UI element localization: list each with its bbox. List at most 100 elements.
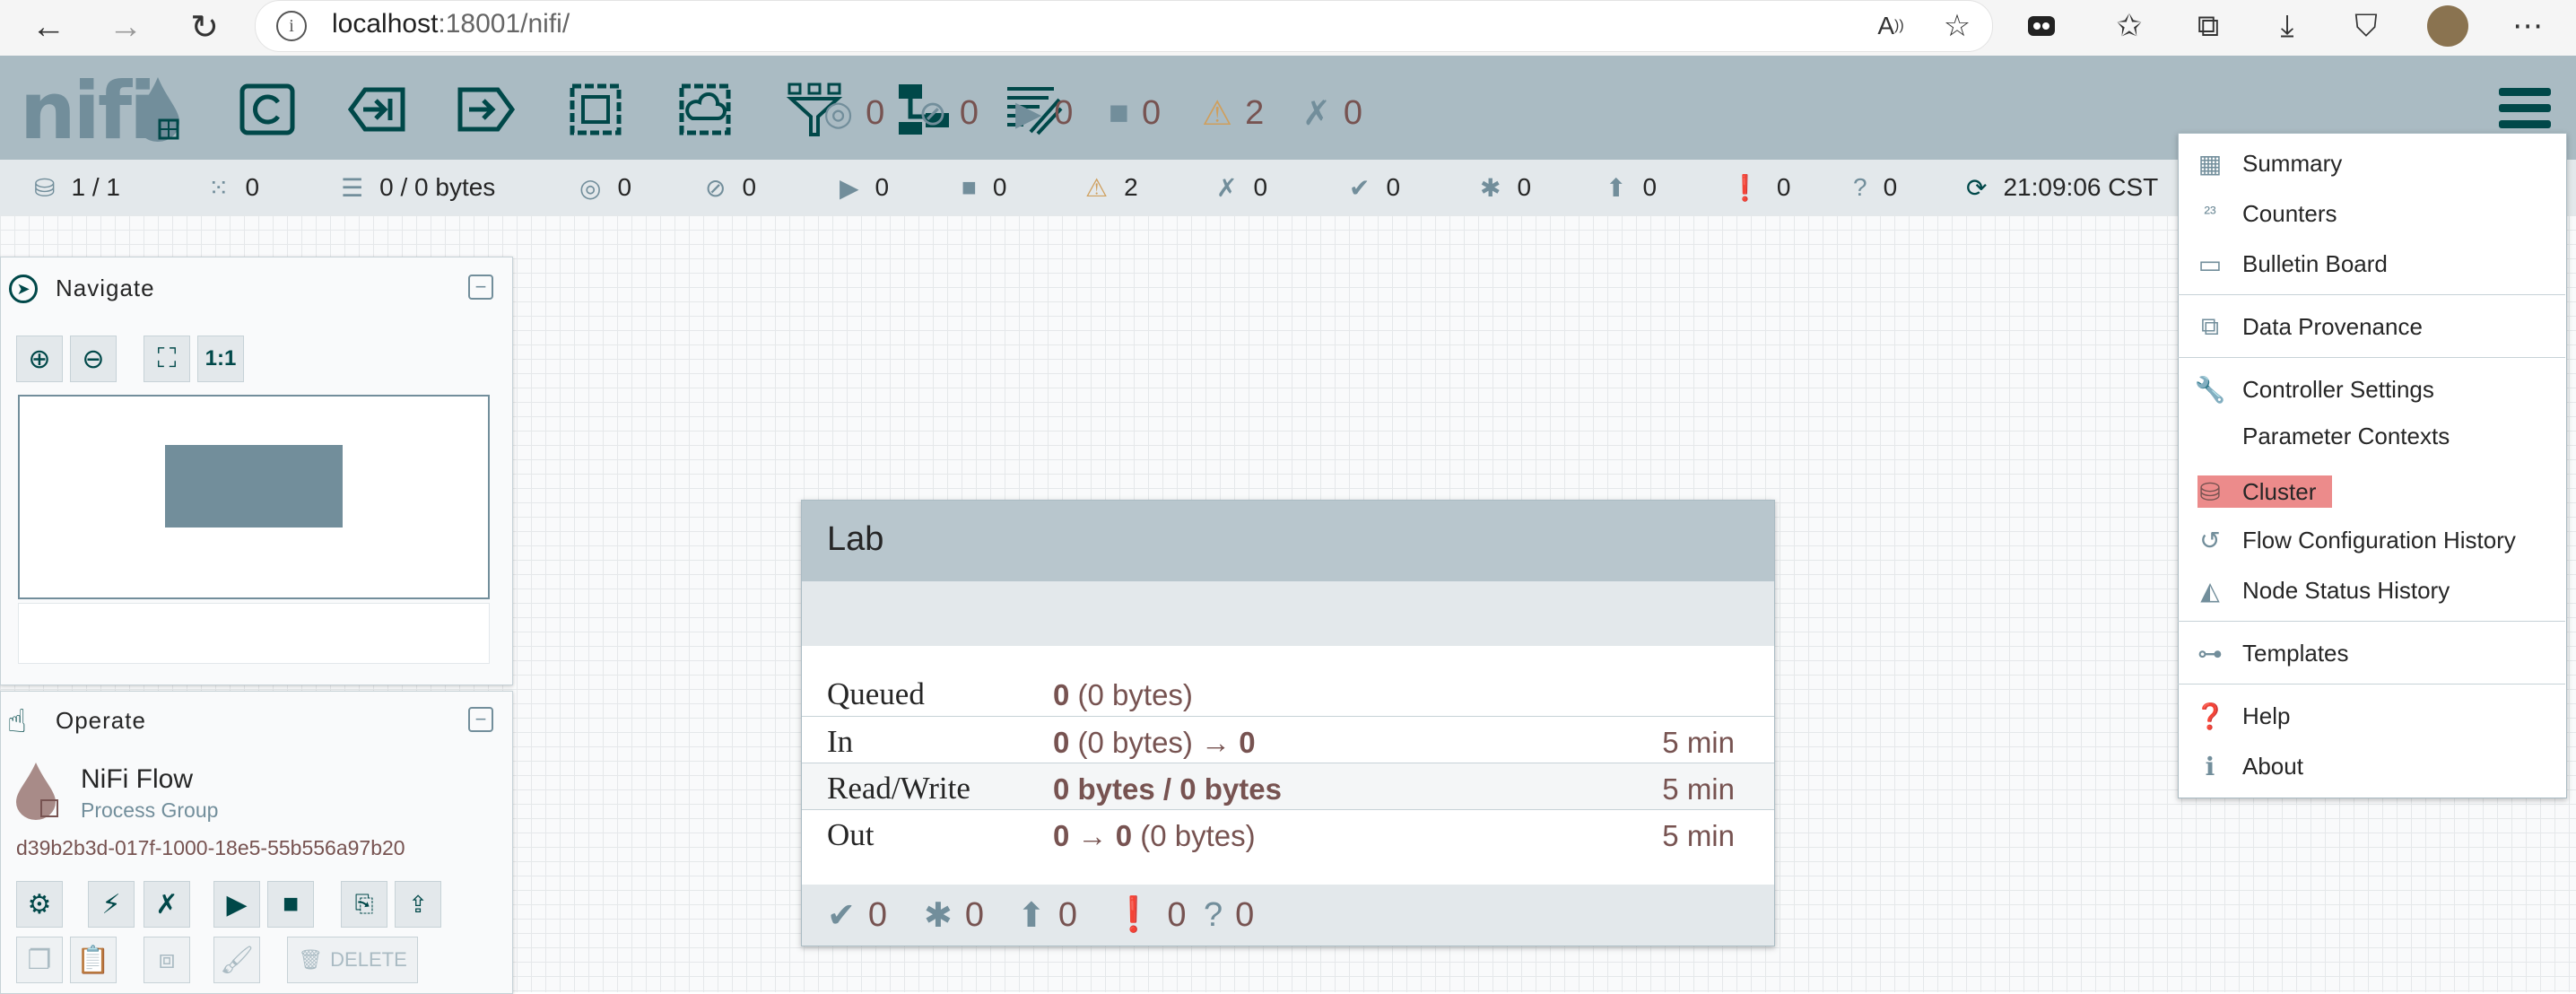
pg-locally-modified-stale-value: 0 [1167, 895, 1187, 934]
processor-component-icon[interactable] [235, 77, 300, 142]
forward-arrow-icon[interactable]: → [100, 4, 151, 50]
menu-item-templates[interactable]: ⊶ Templates [2178, 630, 2565, 676]
pg-invalid-warning-icon: ⚠ [1202, 94, 1233, 133]
menu-item-parameter-contexts[interactable]: Parameter Contexts [2178, 413, 2565, 459]
fit-to-screen-button[interactable]: ⛶ [144, 336, 190, 382]
menu-item-summary[interactable]: ▦ Summary [2178, 140, 2565, 187]
output-port-component-icon[interactable] [454, 77, 518, 142]
enable-button[interactable]: ⚡ [88, 881, 135, 928]
upload-template-button[interactable]: ⇪ [395, 881, 441, 928]
transmitting-icon: ◎ [579, 173, 602, 202]
status-disabled-value: 0 [1253, 173, 1268, 201]
pg-out-value: 0 → 0 (0 bytes) [1053, 819, 1256, 853]
menu-item-node-status-history[interactable]: ◭ Node Status History [2178, 567, 2565, 614]
zoom-out-button[interactable]: ⊖ [70, 336, 117, 382]
menu-item-counters[interactable]: ²³ Counters [2178, 190, 2565, 237]
pg-transmitting: ◎ 0 [823, 92, 884, 134]
active-threads-icon: ⁙ [208, 173, 230, 202]
birdseye-process-group-thumbnail [165, 445, 343, 528]
actual-size-button[interactable]: 1:1 [197, 336, 244, 382]
table-icon: ▦ [2197, 149, 2223, 178]
menu-item-help[interactable]: ❓ Help [2178, 693, 2565, 739]
process-group-drop-icon [14, 761, 65, 820]
delete-button[interactable]: 🗑 DELETE [287, 937, 418, 983]
url-path: :18001/nifi/ [438, 9, 570, 39]
status-up-to-date: ✔ 0 [1349, 160, 1400, 215]
process-group-component-icon[interactable] [563, 77, 628, 142]
pg-not-transmitting-icon: ⊘ [918, 94, 947, 133]
pg-queued-count: 0 [1053, 678, 1070, 711]
pg-invalid: ⚠ 2 [1202, 92, 1264, 134]
pg-disabled-value: 0 [1343, 93, 1362, 132]
area-chart-icon: ◭ [2200, 576, 2220, 605]
pg-stopped: ■ 0 [1109, 92, 1161, 134]
collapse-operate-icon[interactable]: − [468, 707, 493, 732]
pg-queued-label: Queued [827, 676, 925, 711]
status-threads-value: 0 [245, 173, 260, 201]
wrench-icon: 🔧 [2194, 375, 2226, 404]
template-icon: ⊶ [2197, 639, 2223, 667]
site-info-icon[interactable]: i [276, 11, 307, 41]
input-port-component-icon[interactable] [344, 77, 409, 142]
menu-item-cluster[interactable]: ⛁ Cluster [2178, 468, 2565, 515]
group-button[interactable]: ⧈ [144, 937, 190, 983]
history-icon: ↺ [2199, 526, 2221, 554]
read-aloud-icon[interactable]: A)) [1867, 5, 1914, 47]
start-button[interactable]: ▶ [213, 881, 260, 928]
pg-locally-modified-stale: ❗ 0 [1112, 894, 1186, 936]
status-refresh-time: 21:09:06 CST [2003, 173, 2159, 201]
status-refresh[interactable]: ⟳ 21:09:06 CST [1966, 160, 2158, 215]
add-favorite-icon[interactable]: ☆ [1934, 5, 1980, 47]
collapse-navigate-icon[interactable]: − [468, 275, 493, 300]
help-question-icon: ❓ [2194, 702, 2226, 730]
pg-in-size: (0 bytes) → [1077, 726, 1240, 759]
menu-item-about[interactable]: ℹ About [2178, 743, 2565, 789]
status-locally-modified-value: 0 [1517, 173, 1532, 201]
menu-node-status-history-label: Node Status History [2242, 576, 2450, 604]
configure-gear-button[interactable]: ⚙ [16, 881, 63, 928]
process-group-name: Lab [827, 520, 884, 558]
status-stale-value: 0 [1642, 173, 1658, 201]
hand-pointer-icon: ☝ [7, 702, 27, 739]
color-brush-button[interactable]: 🖌 [213, 937, 260, 983]
pg-running-value: 0 [1054, 93, 1074, 132]
zoom-in-button[interactable]: ⊕ [16, 336, 63, 382]
reload-icon[interactable]: ↻ [179, 4, 230, 50]
downloads-icon[interactable]: ⤓ [2264, 5, 2311, 47]
menu-flow-config-history-label: Flow Configuration History [2242, 526, 2516, 554]
extension-icon[interactable] [2018, 5, 2065, 47]
process-group-stats-bar [802, 581, 1774, 646]
pg-not-transmitting: ⊘ 0 [918, 92, 979, 134]
more-icon[interactable]: ⋯ [2504, 5, 2551, 47]
stop-button[interactable]: ■ [267, 881, 314, 928]
paste-button[interactable]: 📋 [70, 937, 117, 983]
disable-button[interactable]: ✗ [144, 881, 190, 928]
menu-item-controller-settings[interactable]: 🔧 Controller Settings [2178, 366, 2565, 413]
remote-process-group-component-icon[interactable] [673, 77, 737, 142]
pg-out-time: 5 min [1662, 819, 1735, 852]
copy-button[interactable]: ❐ [16, 937, 63, 983]
collections-icon[interactable]: ⧉ [2185, 5, 2232, 47]
status-sync-failure: ? 0 [1853, 160, 1897, 215]
selection-type: Process Group [81, 798, 219, 822]
menu-cluster-label: Cluster [2242, 477, 2317, 505]
menu-divider [2178, 294, 2565, 295]
menu-item-flow-configuration-history[interactable]: ↺ Flow Configuration History [2178, 517, 2565, 563]
status-running: ▶ 0 [840, 160, 889, 215]
pg-locally-modified-value: 0 [964, 895, 984, 934]
pg-transmitting-value: 0 [866, 93, 885, 132]
global-menu-hamburger-icon[interactable] [2499, 86, 2551, 131]
pg-out-label: Out [827, 817, 875, 852]
pg-read-write-bytes: 0 bytes / 0 bytes [1053, 772, 1282, 806]
create-template-button[interactable]: ⎘ [341, 881, 387, 928]
menu-item-data-provenance[interactable]: ⧉ Data Provenance [2178, 303, 2565, 350]
profile-avatar[interactable] [2427, 5, 2468, 47]
favorites-icon[interactable]: ✩ [2106, 5, 2153, 47]
refresh-icon[interactable]: ⟳ [1966, 173, 1987, 203]
pg-row-in: In 0 (0 bytes) → 0 5 min [802, 716, 1774, 763]
cluster-icon: ⛁ [34, 173, 56, 202]
delete-label: DELETE [330, 948, 407, 971]
menu-item-bulletin-board[interactable]: ▭ Bulletin Board [2178, 240, 2565, 287]
back-arrow-icon[interactable]: ← [23, 4, 74, 50]
browser-essentials-icon[interactable]: ⛉ [2343, 5, 2389, 47]
